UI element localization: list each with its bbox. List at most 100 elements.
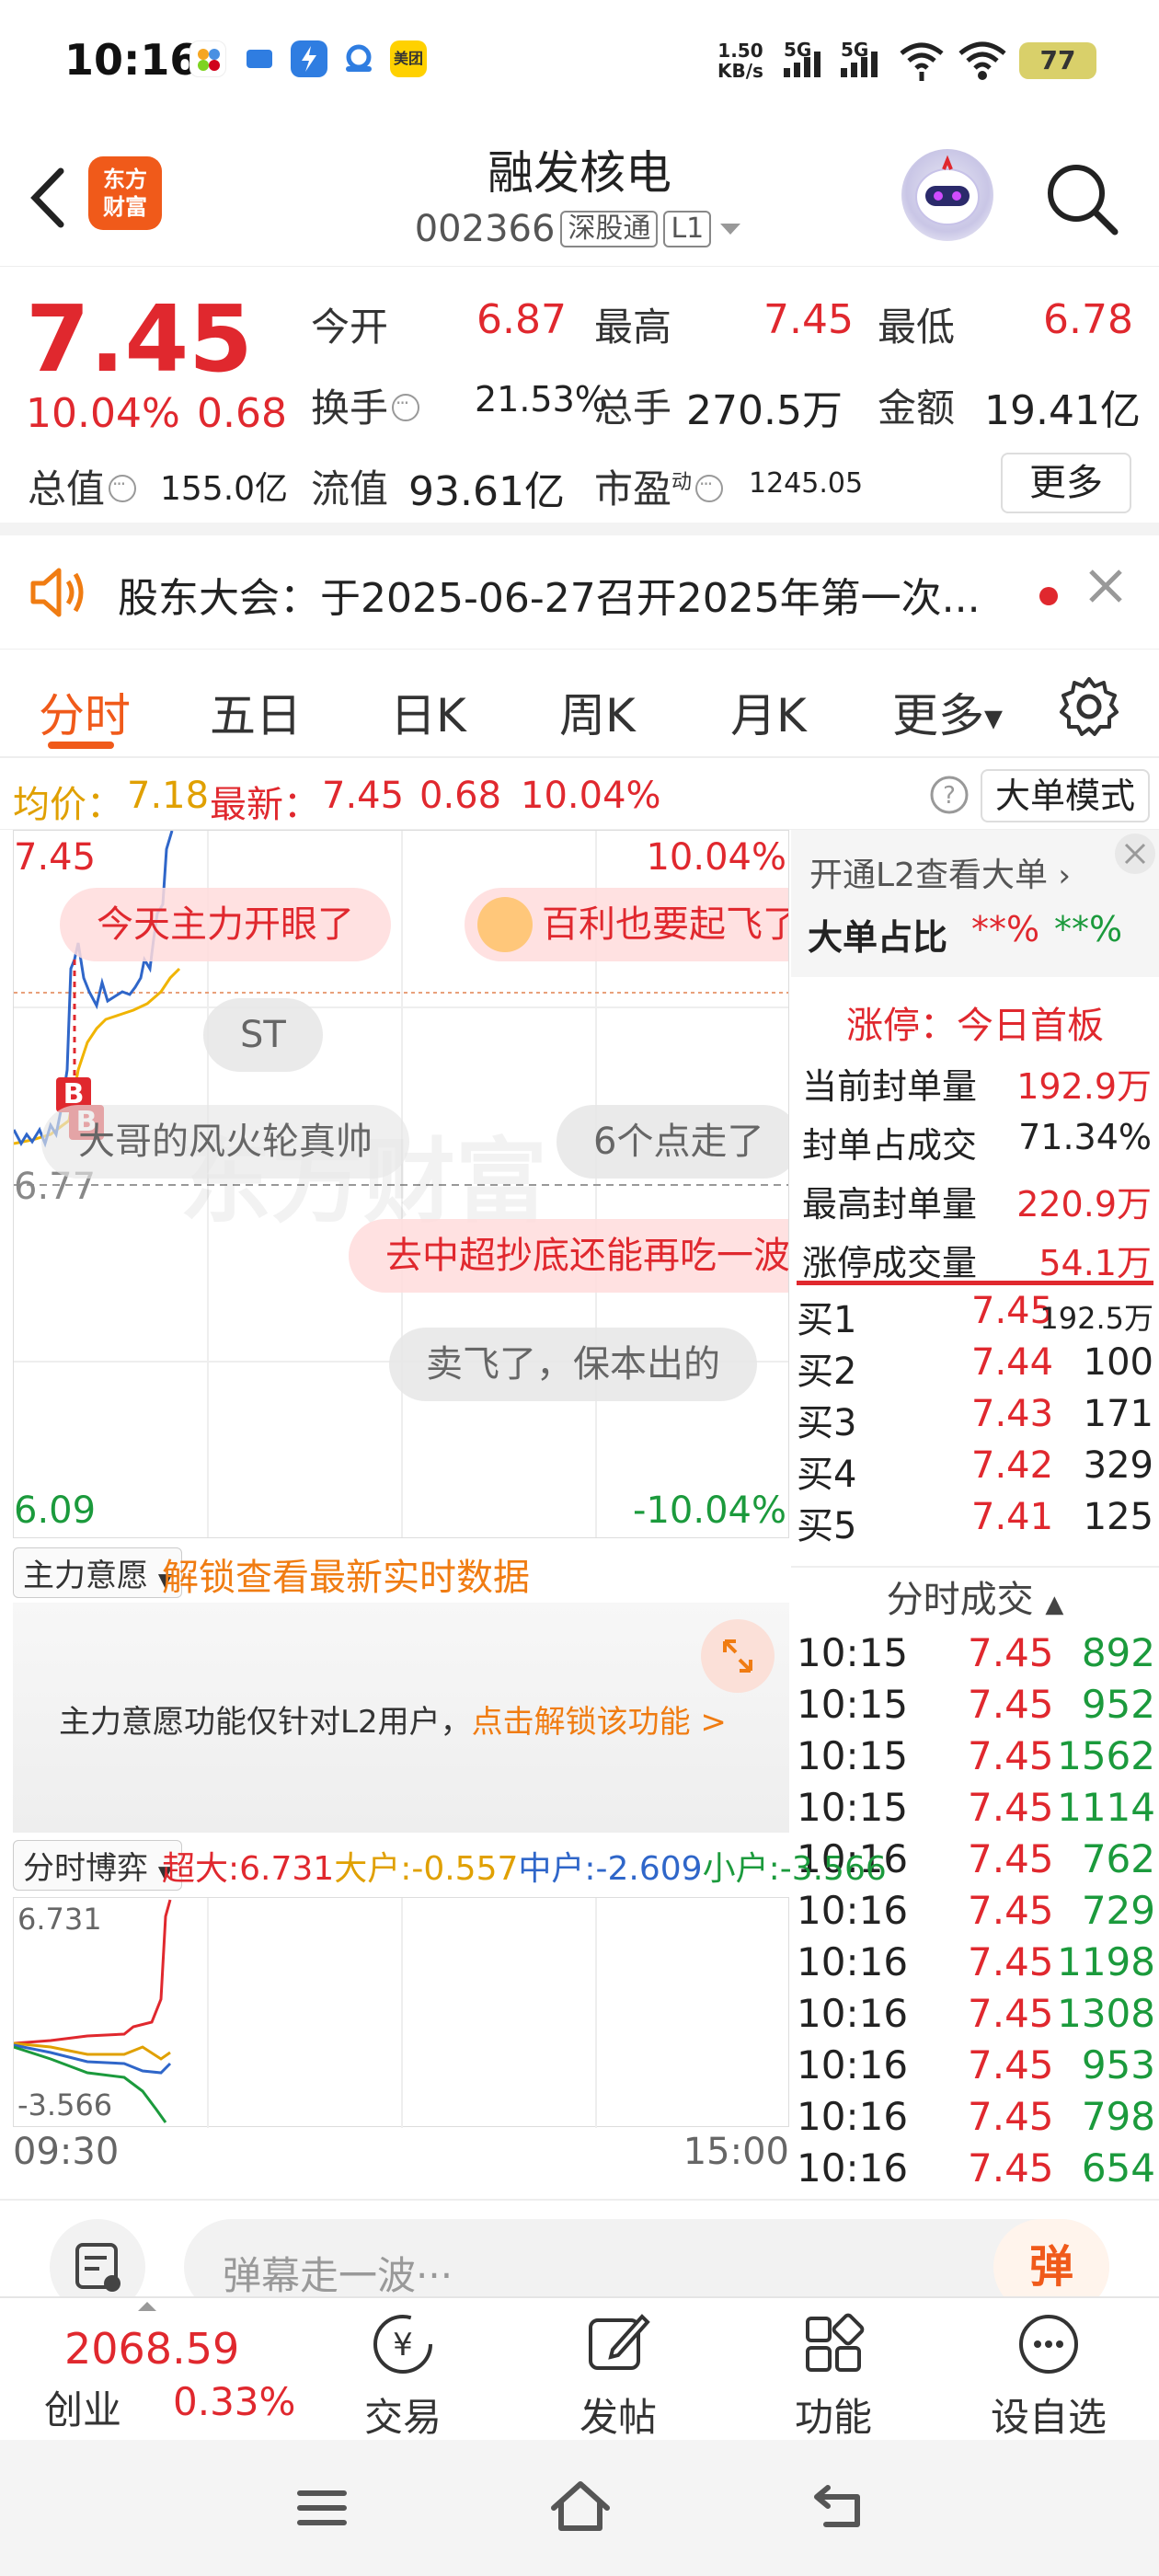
tick-price: 7.45 — [968, 1991, 1054, 2036]
nav-watchlist[interactable]: 设自选 — [957, 2307, 1141, 2443]
nav-trade[interactable]: ¥ 交易 — [311, 2307, 495, 2443]
average-info-bar: 均价： 7.18 最新： 7.45 0.68 10.04% ? 大单模式 — [0, 760, 1159, 830]
float-cap-value: 93.61亿 — [408, 468, 565, 515]
game-dropdown[interactable]: 分时博弈 ▼ — [13, 1840, 183, 1891]
ob-price: 7.42 — [971, 1444, 1054, 1487]
dropdown-label: 分时博弈 — [23, 1850, 148, 1887]
danmu-input-bar: 弹幕走一波··· 弹 — [0, 2199, 1159, 2315]
turnover-label[interactable]: 换手 — [311, 377, 423, 433]
danmu-bubble[interactable]: 百利也要起飞了 — [465, 888, 788, 961]
ticks-title[interactable]: 分时成交 ▲ — [791, 1566, 1159, 1630]
locked-overlay[interactable]: 主力意愿功能仅针对L2用户，点击解锁该功能 > — [13, 1603, 789, 1833]
intraday-chart[interactable]: 7.45 10.04% 6.77 6.09 -10.04% B B 东方财富 今… — [13, 830, 789, 1538]
bottom-nav: 2068.59 创业 0.33% ¥ 交易 发帖 功能 设自选 — [0, 2296, 1159, 2440]
mktcap-label[interactable]: 总值 — [28, 458, 140, 514]
seal-value: 192.9万 — [1016, 1066, 1152, 1107]
game-chart[interactable]: 6.731 -3.566 — [13, 1897, 789, 2128]
menu-icon — [297, 2490, 347, 2525]
turnover-label-text: 换手 — [311, 385, 389, 431]
ai-assistant-avatar[interactable] — [901, 149, 993, 241]
help-button[interactable]: ? — [929, 775, 970, 824]
pe-superscript: 动 — [671, 471, 693, 494]
nav-features[interactable]: 功能 — [741, 2307, 925, 2443]
tab-more[interactable]: 更多▼ — [892, 679, 1003, 745]
tick-price: 7.45 — [968, 1785, 1054, 1830]
battery-indicator: 77 — [1019, 42, 1096, 79]
mktcap-label-text: 总值 — [28, 466, 106, 512]
l2-link[interactable]: 开通L2查看大单 › — [809, 848, 1071, 896]
big-order-label: 大单占比 — [808, 917, 948, 958]
robot-icon — [915, 155, 980, 225]
danmu-bubble[interactable]: 去中超抄底还能再吃一波 — [349, 1219, 788, 1293]
tab-intraday[interactable]: 分时 — [39, 679, 131, 745]
close-notice-button[interactable] — [1085, 559, 1126, 619]
tick-row: 10:15 7.45 1562 — [797, 1733, 1155, 1785]
low-label: 最低 — [878, 305, 956, 350]
danmu-bubble[interactable]: 今天主力开眼了 — [60, 888, 391, 961]
ob-price: 7.44 — [971, 1341, 1054, 1384]
unlock-link[interactable]: 点击解锁该功能 > — [472, 1704, 727, 1741]
big-order-mode-button[interactable]: 大单模式 — [981, 769, 1151, 822]
l2-link-text: 开通L2查看大单 — [809, 857, 1048, 894]
nav-features-label: 功能 — [794, 2395, 872, 2440]
ob-price: 7.43 — [971, 1393, 1054, 1435]
big-order-buy: **% — [971, 909, 1040, 949]
index-ticker[interactable]: 2068.59 创业 0.33% — [0, 2298, 313, 2436]
high-label: 最高 — [594, 305, 672, 350]
tick-price: 7.45 — [968, 1733, 1054, 1778]
danmu-bubble[interactable]: 6个点走了 — [557, 1105, 788, 1179]
tick-volume: 1562 — [1057, 1733, 1155, 1778]
notice-bar[interactable]: 股东大会：于2025-06-27召开2025年第一次... — [0, 535, 1159, 650]
main-intent-dropdown[interactable]: 主力意愿 ▼ — [13, 1547, 183, 1598]
notice-text[interactable]: 股东大会：于2025-06-27召开2025年第一次... — [118, 565, 981, 624]
main-intent-panel: 主力意愿 ▼ 解锁查看最新实时数据 主力意愿功能仅针对L2用户，点击解锁该功能 … — [13, 1538, 789, 1833]
expand-button[interactable] — [701, 1619, 775, 1693]
quote-panel: 7.45 10.04% 0.68 今开 6.87 最高 7.45 最低 6.78… — [0, 269, 1159, 535]
meituan-app-icon: 美团 — [390, 40, 427, 77]
unread-dot — [1039, 587, 1058, 605]
chart-top-percent: 10.04% — [646, 836, 786, 879]
tick-price: 7.45 — [968, 2145, 1054, 2191]
pe-label[interactable]: 市盈动 — [594, 458, 727, 514]
tick-row: 10:15 7.45 952 — [797, 1682, 1155, 1733]
tick-row: 10:16 7.45 798 — [797, 2094, 1155, 2145]
nav-post[interactable]: 发帖 — [526, 2307, 710, 2443]
danmu-placeholder: 弹幕走一波··· — [223, 2253, 453, 2298]
back-arrow-icon — [814, 2485, 860, 2527]
tab-daily-k[interactable]: 日K — [390, 679, 466, 745]
tick-price: 7.45 — [968, 1939, 1054, 1984]
close-banner-button[interactable] — [1115, 834, 1155, 874]
high-value: 7.45 — [763, 296, 854, 343]
back-nav-button[interactable] — [809, 2478, 868, 2537]
l2-banner[interactable]: 开通L2查看大单 › 大单占比 **% **% — [791, 830, 1159, 977]
danmu-bubble[interactable]: ST — [203, 998, 323, 1072]
search-button[interactable] — [1043, 160, 1120, 237]
current-price: 7.45 — [26, 285, 253, 393]
tick-price: 7.45 — [968, 2094, 1054, 2139]
unlock-title[interactable]: 解锁查看最新实时数据 — [162, 1547, 530, 1601]
tick-row: 10:16 7.45 654 — [797, 2145, 1155, 2197]
signal-2-icon — [841, 44, 878, 77]
seal-row: 涨停成交量 54.1万 — [802, 1235, 1152, 1285]
menu-button[interactable] — [294, 2480, 350, 2539]
tab-five-day[interactable]: 五日 — [210, 679, 302, 745]
latest-label: 最新： — [210, 784, 320, 826]
settings-button[interactable] — [1058, 675, 1120, 742]
legend-super: 超大:6.731 — [162, 1850, 335, 1888]
ob-volume: 171 — [1083, 1393, 1153, 1435]
more-quote-button[interactable]: 更多 — [1001, 453, 1131, 513]
game-chart-svg — [13, 1898, 597, 2128]
close-icon — [1089, 569, 1122, 603]
ob-label: 买3 — [797, 1402, 857, 1444]
tab-weekly-k[interactable]: 周K — [559, 679, 636, 745]
danmu-bubble[interactable]: 卖飞了，保本出的 — [389, 1328, 757, 1401]
low-value: 6.78 — [1043, 296, 1133, 343]
home-button[interactable] — [548, 2477, 613, 2539]
tick-time: 10:16 — [797, 1939, 909, 1984]
nav-post-label: 发帖 — [579, 2395, 657, 2440]
tick-volume: 1114 — [1057, 1785, 1155, 1830]
tab-monthly-k[interactable]: 月K — [730, 679, 807, 745]
danmu-bubble[interactable]: 大哥的风火轮真帅 — [41, 1105, 409, 1179]
change-amount: 0.68 — [197, 390, 287, 437]
svg-text:?: ? — [943, 782, 956, 810]
